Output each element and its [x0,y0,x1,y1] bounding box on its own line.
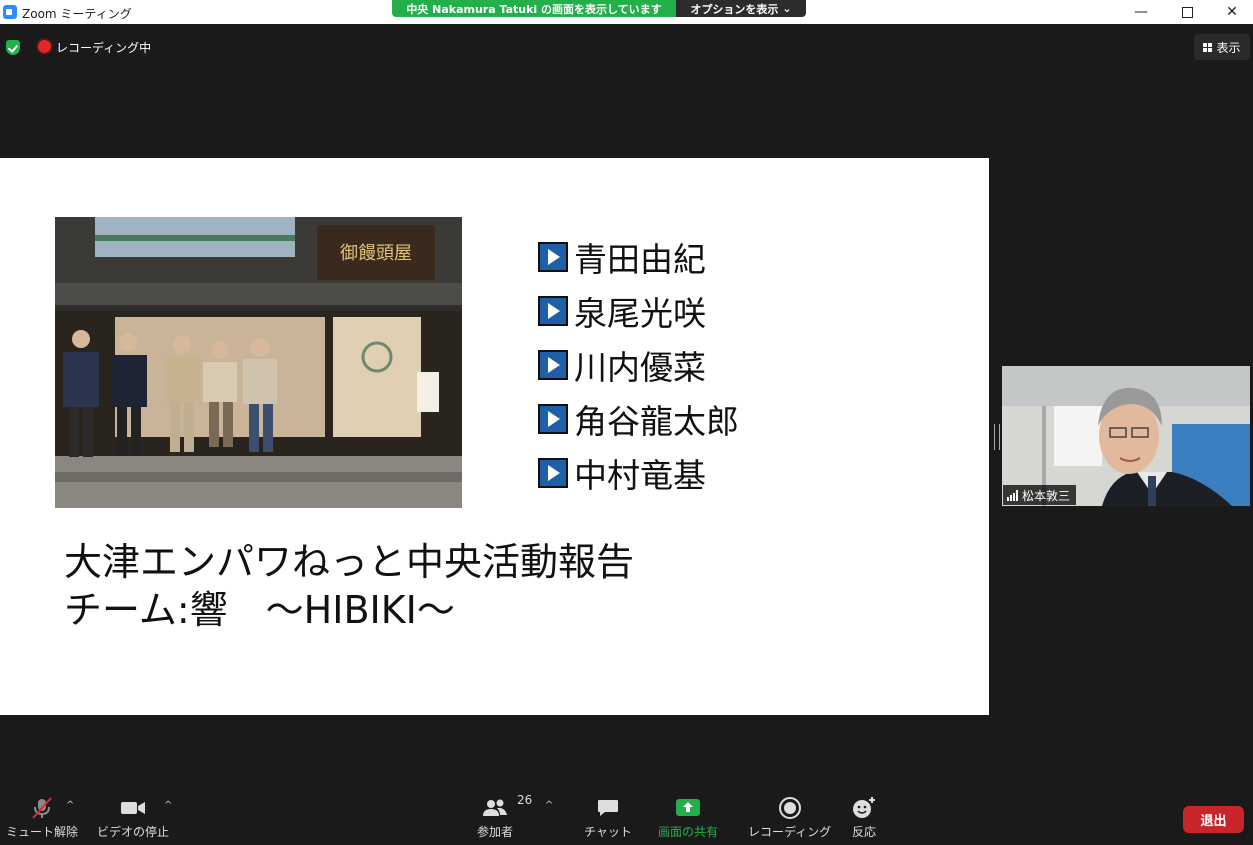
member-name: 川内優菜 [574,348,706,387]
participant-video-tile[interactable]: 松本敦三 [1002,366,1250,506]
view-button-label: 表示 [1216,40,1241,55]
recording-status-label: レコーディング中 [56,41,152,55]
participant-name: 松本敦三 [1022,488,1071,503]
slide-title: 大津エンパワねっと中央活動報告 チーム:響 ～HIBIKI～ [64,538,634,634]
share-screen-label: 画面の共有 [658,825,719,839]
member-name-row: 青田由紀 [538,230,739,284]
member-name: 中村竜基 [574,456,706,495]
member-name-row: 川内優菜 [538,338,739,392]
participant-name-tag: 松本敦三 [1003,485,1077,505]
panel-resize-handle[interactable] [994,424,1000,450]
slide-title-line1: 大津エンパワねっと中央活動報告 [64,540,635,584]
chevron-down-icon: ⌄ [782,2,792,15]
view-button[interactable]: 表示 [1194,34,1250,60]
leave-meeting-button[interactable]: 退出 [1183,806,1244,833]
play-bullet-icon [538,458,568,488]
share-screen-icon [675,796,701,820]
minimize-icon: — [1134,4,1148,20]
zoom-app-icon [3,5,17,19]
view-options-label: オプションを表示 [690,2,779,16]
view-options-button[interactable]: オプションを表示 ⌄ [676,0,806,17]
participants-button[interactable]: 26 参加者 [477,793,532,840]
play-bullet-icon [538,242,568,272]
minimize-button[interactable]: — [1118,0,1164,24]
participants-icon: 26 [481,793,532,820]
member-name-row: 中村竜基 [538,446,739,500]
meeting-top-bar: レコーディング中 表示 [0,24,1253,70]
maximize-icon [1181,6,1193,18]
video-camera-icon [120,796,146,820]
screen-share-banner: 中央 Nakamura Tatuki の画面を表示しています [392,0,676,17]
window-titlebar: Zoom ミーティング 中央 Nakamura Tatuki の画面を表示してい… [0,0,1253,24]
meeting-toolbar: ミュート解除 ^ ビデオの停止 ^ 26 参加者 ^ チャット 画面の共有 レコ… [0,790,1253,845]
close-icon: ✕ [1226,4,1238,20]
team-photo: 御饅頭屋 [55,217,462,508]
participants-label: 参加者 [477,825,514,839]
svg-text:御饅頭屋: 御饅頭屋 [340,243,412,264]
security-shield-icon[interactable] [6,40,20,55]
reactions-button[interactable]: 反応 [851,796,877,840]
smiley-add-icon [851,796,877,820]
chat-label: チャット [584,825,632,839]
share-screen-button[interactable]: 画面の共有 [658,796,718,840]
chat-bubble-icon [596,796,620,820]
reactions-label: 反応 [851,825,876,839]
record-button[interactable]: レコーディング [748,796,831,840]
shared-screen-slide: 御饅頭屋 青田由紀 泉尾光咲 川内優菜 角谷龍太郎 中村竜基 大津エンパワねっと… [0,158,989,715]
maximize-button[interactable] [1164,0,1210,24]
member-name-row: 泉尾光咲 [538,284,739,338]
video-options-caret-icon[interactable]: ^ [164,800,172,811]
signal-strength-icon [1007,489,1018,501]
audio-options-caret-icon[interactable]: ^ [66,800,74,811]
record-label: レコーディング [748,825,832,839]
play-bullet-icon [538,296,568,326]
play-bullet-icon [538,350,568,380]
window-title: Zoom ミーティング [22,7,132,21]
member-name: 角谷龍太郎 [574,402,739,441]
play-bullet-icon [538,404,568,434]
member-name: 泉尾光咲 [574,294,706,333]
recording-indicator-icon [38,40,51,53]
record-icon [778,796,802,820]
muted-microphone-icon [30,796,54,820]
shop-front-photo-illustration: 御饅頭屋 [55,217,462,508]
stop-video-button[interactable]: ビデオの停止 [97,796,169,840]
close-button[interactable]: ✕ [1209,0,1253,24]
unmute-label: ミュート解除 [6,825,79,839]
member-name: 青田由紀 [574,240,706,279]
participants-count: 26 [517,793,533,807]
chat-button[interactable]: チャット [584,796,632,840]
participants-options-caret-icon[interactable]: ^ [545,800,553,811]
slide-title-line2: チーム:響 ～HIBIKI～ [64,588,455,632]
grid-view-icon [1203,42,1213,52]
member-name-row: 角谷龍太郎 [538,392,739,446]
stop-video-label: ビデオの停止 [97,825,170,839]
member-name-list: 青田由紀 泉尾光咲 川内優菜 角谷龍太郎 中村竜基 [538,230,739,500]
